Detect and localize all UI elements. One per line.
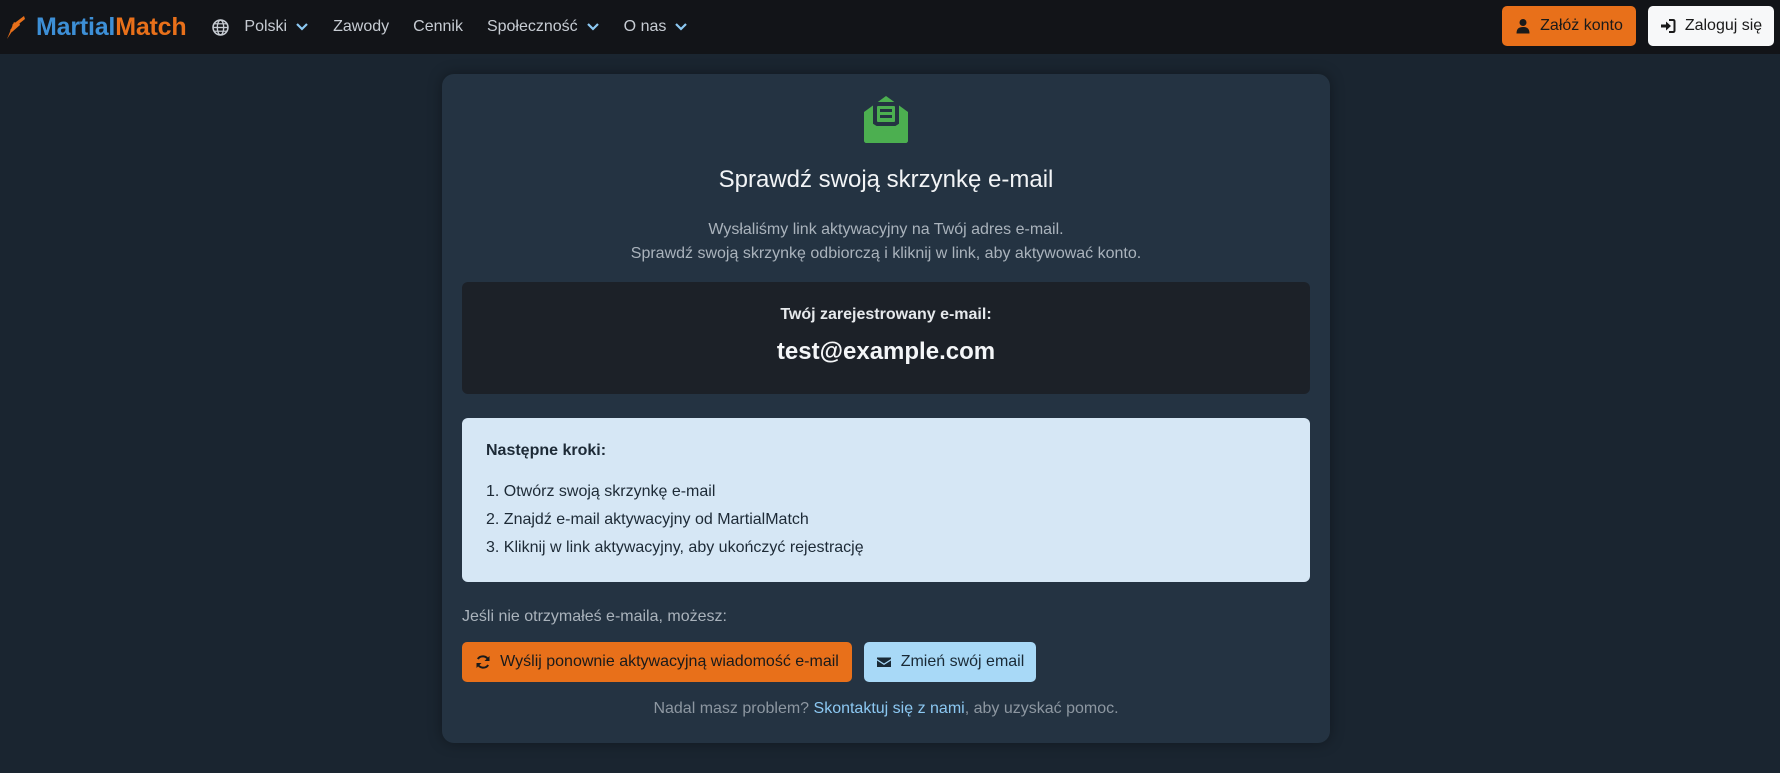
change-email-label: Zmień swój email [900,653,1025,670]
nav-item-about[interactable]: O nas [624,18,689,36]
next-steps-title: Następne kroki: [486,442,607,459]
nav-item-community[interactable]: Społeczność [487,18,600,36]
chevron-down-icon [296,23,308,31]
resend-intro: Jeśli nie otrzymałeś e-maila, możesz: [462,608,727,625]
change-email-button[interactable]: Zmień swój email [864,642,1036,682]
martial-logo-icon [7,16,25,39]
brand-logo[interactable]: MartialMatch [4,12,187,42]
login-label: Zaloguj się [1684,17,1763,34]
nav-item-label: O nas [623,18,667,35]
top-navbar: MartialMatch Polski Zawody Cennik Społec… [0,0,1780,54]
next-steps-box: Następne kroki: 1. Otwórz swoją skrzynkę… [462,418,1310,582]
sign-in-icon [1660,19,1676,33]
help-prefix: Nadal masz problem? [653,700,810,717]
refresh-icon [476,655,490,669]
login-button[interactable]: Zaloguj się [1648,6,1774,46]
step-item: 2. Znajdź e-mail aktywacyjny od MartialM… [486,511,809,528]
description-line: Sprawdź swoją skrzynkę odbiorczą i klikn… [630,245,1142,262]
nav-item-pricing[interactable]: Cennik [413,18,463,36]
user-icon [1516,19,1530,34]
language-label: Polski [244,18,288,35]
brand-name: MartialMatch [36,12,187,42]
resend-activation-label: Wyślij ponownie aktywacyjną wiadomość e-… [500,653,839,670]
registered-email-label: Twój zarejestrowany e-mail: [780,306,992,323]
nav-auth-buttons: Załóż konto Zaloguj się [1502,6,1780,46]
page-title: Sprawdź swoją skrzynkę e-mail [718,166,1054,193]
next-steps-list: 1. Otwórz swoją skrzynkę e-mail 2. Znajd… [486,482,864,566]
contact-link[interactable]: Skontaktuj się z nami [814,700,965,717]
globe-icon [212,18,230,36]
verification-card: Sprawdź swoją skrzynkę e-mail Wysłaliśmy… [442,74,1330,743]
signup-button[interactable]: Załóż konto [1502,6,1636,46]
step-item: 3. Kliknij w link aktywacyjny, aby ukońc… [486,539,864,556]
registered-email-value: test@example.com [776,338,996,365]
nav-item-competitions[interactable]: Zawody [333,18,389,36]
registered-email-box: Twój zarejestrowany e-mail: test@example… [462,282,1310,394]
nav-menu: Polski Zawody Cennik Społeczność O nas [212,18,712,36]
nav-item-label: Cennik [413,18,463,35]
nav-item-label: Społeczność [486,18,578,35]
chevron-down-icon [675,23,688,31]
activation-description: Wysłaliśmy link aktywacyjny na Twój adre… [442,218,1330,266]
chevron-down-icon [586,23,599,31]
language-selector[interactable]: Polski [212,18,309,36]
nav-item-label: Zawody [333,18,390,35]
envelope-open-icon [864,96,908,143]
brand-name-part1: Martial [36,12,116,41]
brand-name-part2: Match [115,12,187,41]
help-line: Nadal masz problem? Skontaktuj się z nam… [442,700,1330,718]
envelope-icon [876,657,891,667]
help-suffix: , aby uzyskać pomoc. [964,700,1119,717]
resend-activation-button[interactable]: Wyślij ponownie aktywacyjną wiadomość e-… [462,642,852,682]
description-line: Wysłaliśmy link aktywacyjny na Twój adre… [708,221,1064,238]
signup-label: Załóż konto [1540,17,1623,34]
step-item: 1. Otwórz swoją skrzynkę e-mail [486,483,716,500]
